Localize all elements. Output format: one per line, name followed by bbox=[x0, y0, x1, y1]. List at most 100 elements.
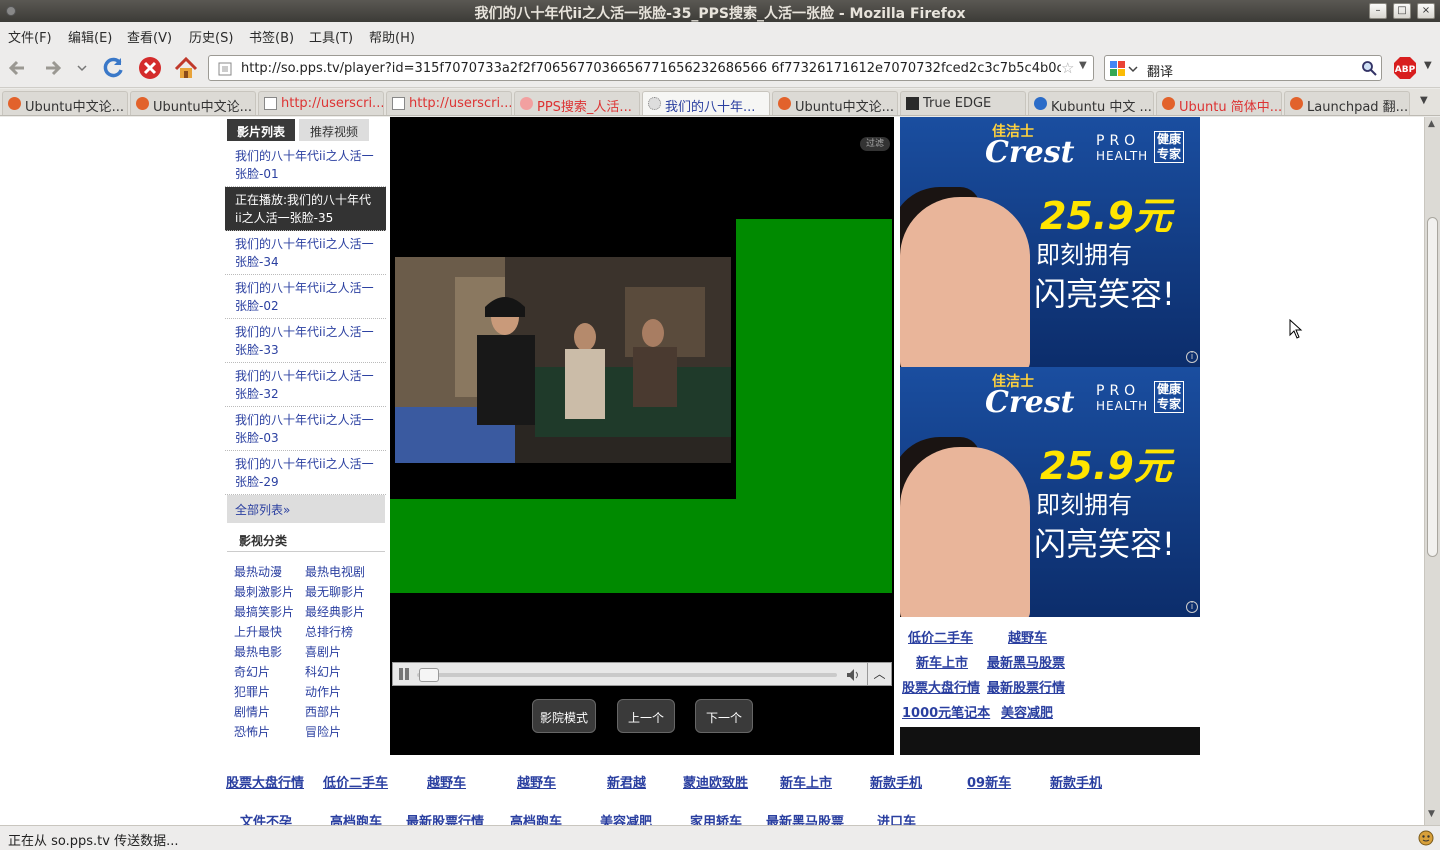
site-identity-icon[interactable] bbox=[217, 61, 233, 77]
category-link[interactable]: 最热电视剧 bbox=[305, 563, 365, 580]
home-icon[interactable] bbox=[172, 54, 200, 82]
bottom-link[interactable]: 新款手机 bbox=[1050, 772, 1102, 791]
next-button[interactable]: 下一个 bbox=[695, 699, 753, 733]
pause-icon[interactable] bbox=[396, 666, 412, 682]
category-link[interactable]: 上升最快 bbox=[234, 623, 282, 640]
category-link[interactable]: 剧情片 bbox=[234, 703, 270, 720]
ad-link[interactable]: 越野车 bbox=[1008, 627, 1047, 646]
ad-link[interactable]: 美容减肥 bbox=[1001, 702, 1053, 721]
bookmark-item[interactable]: http://userscri... bbox=[258, 91, 384, 115]
bookmark-item[interactable]: Launchpad 翻... bbox=[1284, 91, 1410, 115]
category-link[interactable]: 最经典影片 bbox=[305, 603, 365, 620]
reload-icon[interactable] bbox=[100, 54, 128, 82]
bottom-link[interactable]: 股票大盘行情 bbox=[226, 772, 304, 791]
google-icon[interactable] bbox=[1109, 60, 1139, 78]
crest-ad-banner[interactable]: 佳洁士 Crest PRO HEALTH 健康专家 25.9元 即刻拥有 闪亮笑… bbox=[900, 367, 1200, 617]
bottom-link[interactable]: 文件不孕 bbox=[240, 811, 292, 825]
category-link[interactable]: 犯罪片 bbox=[234, 683, 270, 700]
bookmark-item[interactable]: True EDGE bbox=[900, 91, 1026, 115]
ad-link[interactable]: 1000元笔记本 bbox=[902, 702, 990, 721]
episode-item-playing[interactable]: 正在播放:我们的八十年代ii之人活一张脸-35 bbox=[225, 187, 386, 231]
bottom-link[interactable]: 新款手机 bbox=[870, 772, 922, 791]
adblock-dropdown-icon[interactable]: ▼ bbox=[1424, 60, 1432, 71]
ad-info-icon[interactable]: i bbox=[1186, 351, 1198, 363]
bookmark-item-active[interactable]: 我们的八十年... bbox=[642, 91, 770, 115]
category-link[interactable]: 最热动漫 bbox=[234, 563, 282, 580]
menu-file[interactable]: 文件(F) bbox=[8, 27, 52, 46]
episode-item[interactable]: 我们的八十年代ii之人活一张脸-03 bbox=[225, 407, 386, 451]
episode-item[interactable]: 我们的八十年代ii之人活一张脸-33 bbox=[225, 319, 386, 363]
forward-icon[interactable] bbox=[38, 54, 66, 82]
episode-item[interactable]: 我们的八十年代ii之人活一张脸-32 bbox=[225, 363, 386, 407]
bottom-link[interactable]: 最新黑马股票 bbox=[766, 811, 844, 825]
bookmark-item[interactable]: http://userscri... bbox=[386, 91, 512, 115]
back-icon[interactable] bbox=[4, 54, 32, 82]
bottom-link[interactable]: 家用轿车 bbox=[690, 811, 742, 825]
vertical-scrollbar[interactable]: ▲ ▼ bbox=[1424, 117, 1440, 825]
bottom-link[interactable]: 低价二手车 bbox=[323, 772, 388, 791]
menu-bookmarks[interactable]: 书签(B) bbox=[249, 27, 294, 46]
scrollbar-thumb[interactable] bbox=[1427, 217, 1438, 557]
category-link[interactable]: 科幻片 bbox=[305, 663, 341, 680]
bookmark-item[interactable]: PPS搜索_人活... bbox=[514, 91, 640, 115]
category-link[interactable]: 恐怖片 bbox=[234, 723, 270, 740]
bookmark-item[interactable]: Kubuntu 中文 ... bbox=[1028, 91, 1154, 115]
bookmarks-overflow-icon[interactable]: ▼ bbox=[1420, 95, 1428, 106]
crest-ad-banner[interactable]: 佳洁士 Crest PRO HEALTH 健康专家 25.9元 即刻拥有 闪亮笑… bbox=[900, 117, 1200, 367]
all-list-link[interactable]: 全部列表» bbox=[227, 495, 385, 523]
category-link[interactable]: 最热电影 bbox=[234, 643, 282, 660]
menu-tools[interactable]: 工具(T) bbox=[309, 27, 353, 46]
volume-icon[interactable] bbox=[845, 667, 861, 683]
menu-history[interactable]: 历史(S) bbox=[189, 27, 233, 46]
history-dropdown-icon[interactable] bbox=[72, 54, 92, 82]
menu-view[interactable]: 查看(V) bbox=[127, 27, 172, 46]
bottom-link[interactable]: 新车上市 bbox=[780, 772, 832, 791]
ad-info-icon[interactable]: i bbox=[1186, 601, 1198, 613]
episode-item[interactable]: 我们的八十年代ii之人活一张脸-29 bbox=[225, 451, 386, 495]
search-input[interactable]: 翻译 bbox=[1147, 61, 1173, 80]
progress-handle[interactable] bbox=[419, 668, 439, 682]
tab-video-list[interactable]: 影片列表 bbox=[227, 119, 295, 141]
stop-icon[interactable] bbox=[136, 54, 164, 82]
bottom-link[interactable]: 越野车 bbox=[427, 772, 466, 791]
bookmark-item[interactable]: Ubuntu 简体中... bbox=[1156, 91, 1282, 115]
bottom-link[interactable]: 新君越 bbox=[607, 772, 646, 791]
category-link[interactable]: 最刺激影片 bbox=[234, 583, 294, 600]
category-link[interactable]: 冒险片 bbox=[305, 723, 341, 740]
ad-link[interactable]: 最新黑马股票 bbox=[987, 652, 1065, 671]
bottom-link[interactable]: 09新车 bbox=[967, 772, 1011, 791]
expand-controls-icon[interactable]: ︿ bbox=[867, 663, 891, 685]
category-link[interactable]: 喜剧片 bbox=[305, 643, 341, 660]
ad-link[interactable]: 低价二手车 bbox=[908, 627, 973, 646]
progress-track[interactable] bbox=[417, 673, 837, 677]
menu-edit[interactable]: 编辑(E) bbox=[68, 27, 112, 46]
bookmark-item[interactable]: Ubuntu中文论... bbox=[772, 91, 898, 115]
ad-link[interactable]: 新车上市 bbox=[916, 652, 968, 671]
category-link[interactable]: 奇幻片 bbox=[234, 663, 270, 680]
search-icon[interactable] bbox=[1361, 60, 1377, 76]
bottom-link[interactable]: 高档跑车 bbox=[510, 811, 562, 825]
bottom-link[interactable]: 美容减肥 bbox=[600, 811, 652, 825]
video-frame[interactable] bbox=[395, 257, 731, 463]
episode-item[interactable]: 我们的八十年代ii之人活一张脸-02 bbox=[225, 275, 386, 319]
video-player[interactable]: 过滤 ︿ 影院模式 上一个 下一个 bbox=[390, 117, 894, 755]
category-link[interactable]: 最无聊影片 bbox=[305, 583, 365, 600]
bookmark-star-icon[interactable]: ☆ bbox=[1061, 59, 1074, 77]
adblock-icon[interactable]: ABP bbox=[1393, 56, 1417, 80]
category-link[interactable]: 动作片 bbox=[305, 683, 341, 700]
bottom-link[interactable]: 越野车 bbox=[517, 772, 556, 791]
category-link[interactable]: 总排行榜 bbox=[305, 623, 353, 640]
episode-item[interactable]: 我们的八十年代ii之人活一张脸-01 bbox=[225, 143, 386, 187]
bookmark-item[interactable]: Ubuntu中文论... bbox=[130, 91, 256, 115]
url-text[interactable]: http://so.pps.tv/player?id=315f7070733a2… bbox=[241, 61, 1061, 76]
cinema-mode-button[interactable]: 影院模式 bbox=[532, 699, 596, 733]
bottom-link[interactable]: 最新股票行情 bbox=[406, 811, 484, 825]
bottom-link[interactable]: 蒙迪欧致胜 bbox=[683, 772, 748, 791]
ad-link[interactable]: 股票大盘行情 bbox=[902, 677, 980, 696]
maximize-button[interactable]: □ bbox=[1393, 3, 1411, 19]
bottom-link[interactable]: 进口车 bbox=[877, 811, 916, 825]
category-link[interactable]: 最搞笑影片 bbox=[234, 603, 294, 620]
ad-link[interactable]: 最新股票行情 bbox=[987, 677, 1065, 696]
menu-help[interactable]: 帮助(H) bbox=[369, 27, 415, 46]
minimize-button[interactable]: – bbox=[1369, 3, 1387, 19]
